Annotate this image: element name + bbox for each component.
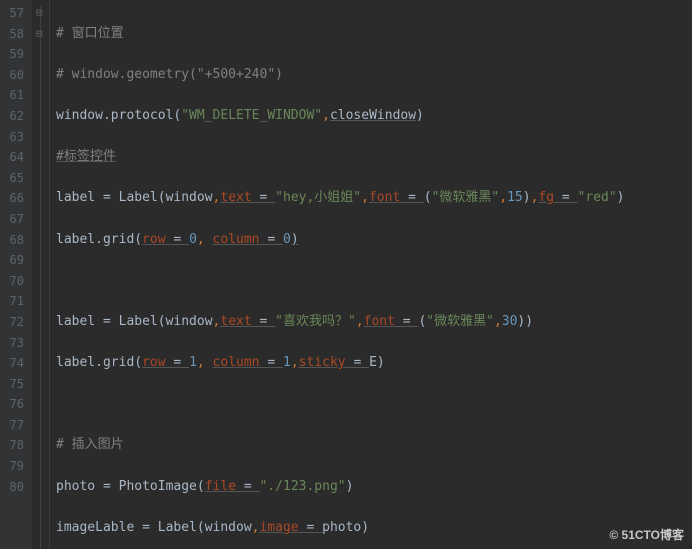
line-number-gutter: 5758596061626364656667686970717273747576… xyxy=(0,0,32,549)
watermark: © 51CTO博客 xyxy=(609,526,684,543)
fold-icon[interactable]: ⊟ xyxy=(36,3,43,24)
comment: # window.geometry("+500+240") xyxy=(56,67,283,82)
fold-column[interactable]: ⊟ ⊟ xyxy=(32,0,50,549)
code-area[interactable]: # 窗口位置 # window.geometry("+500+240") win… xyxy=(50,0,692,549)
comment: # 插入图片 xyxy=(56,437,124,452)
code-editor[interactable]: 5758596061626364656667686970717273747576… xyxy=(0,0,692,549)
comment: #标签控件 xyxy=(56,149,116,164)
fold-icon[interactable]: ⊟ xyxy=(36,24,43,45)
comment: # 窗口位置 xyxy=(56,26,124,41)
